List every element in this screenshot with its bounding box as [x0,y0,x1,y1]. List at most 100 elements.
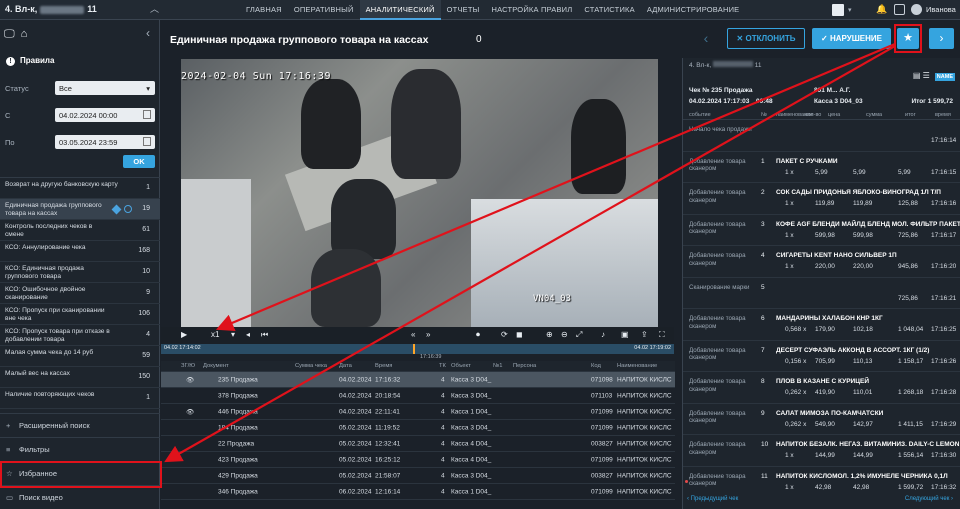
receipt-row[interactable]: Добавление товара сканером 10 НАПИТОК БЕЗА… [683,435,960,467]
document-icon[interactable]: ▤ [913,71,921,80]
advanced-search-item[interactable]: + Расширенный поиск [0,413,160,437]
monitor-icon[interactable]: 🖵 [4,28,15,40]
nav-item-rules-settings[interactable]: НАСТРОЙКА ПРАВИЛ [485,0,578,20]
rule-item[interactable]: КСО: Единичная продажа группового товара… [0,262,160,283]
col-header[interactable]: Дата [339,363,352,369]
receipt-row[interactable]: Сканирование марки 5 725,86 17:16:21 [683,278,960,309]
rule-item[interactable]: КСО: Пропуск товара при отказе в добавле… [0,325,160,346]
rule-item-selected[interactable]: Единичная продажа группового товара на к… [0,199,160,220]
edit-icon[interactable] [111,204,122,215]
ok-button[interactable]: OK [123,155,155,168]
prev-event-button[interactable]: ‹ [695,27,717,49]
table-row[interactable]: 👁 235 Продажа 04.02.2024 17:16:32 4 Касс… [161,372,675,388]
receipt-row[interactable]: Начало чека продажи 17:16:14 [683,120,960,152]
from-date-input[interactable]: 04.02.2024 00:00 [55,108,155,122]
rule-item[interactable]: Возврат на другую банковскую карту 1 [0,178,160,199]
receipt-row[interactable]: Добавление товара сканером 7 ДЕСЕРТ СУФАЭЛ… [683,341,960,372]
col-header[interactable]: ЗГ/Ю [181,363,195,369]
receipt-row[interactable]: Добавление товара сканером 8 ПЛОВ В КАЗАНЕ… [683,372,960,404]
zoom-in-icon[interactable]: ⊕ [546,330,553,339]
col-header[interactable]: Время [375,363,392,369]
sound-icon[interactable]: ♪ [601,330,605,339]
nav-item-reports[interactable]: ОТЧЕТЫ [441,0,486,20]
receipt-row[interactable]: Добавление товара сканером 1 ПАКЕТ С РУЧКА… [683,152,960,183]
collapse-left-icon[interactable]: ‹ [146,26,150,40]
reject-button[interactable]: ✕ ОТКЛОНИТЬ [727,28,805,49]
rule-item[interactable]: КСО: Пропуск при сканировании вне чека 10… [0,304,160,325]
bell-icon[interactable]: 🔔 [876,4,887,15]
col-header[interactable]: Объект [451,363,471,369]
col-header[interactable]: Код [591,363,601,369]
timeline-bar[interactable]: 04.02 17:14:02 04.02 17:19:02 [161,344,674,354]
table-row[interactable]: 184 Продажа 05.02.2024 11:19:52 4 Касса … [161,420,675,436]
stop-icon[interactable]: ◼ [516,330,523,339]
fullscreen-icon[interactable]: ⛶ [659,330,665,340]
video-search-item[interactable]: ▭ Поиск видео [0,485,160,509]
rewind-icon[interactable]: « [411,330,415,339]
nav-item-analytical[interactable]: АНАЛИТИЧЕСКИЙ [359,0,441,20]
nav-item-statistics[interactable]: СТАТИСТИКА [578,0,640,20]
table-row[interactable]: 378 Продажа 04.02.2024 20:18:54 4 Касса … [161,388,675,404]
calendar-icon[interactable] [143,137,151,146]
eye-icon[interactable]: 👁 [186,408,194,416]
col-header[interactable]: ТК [439,363,446,369]
avatar[interactable] [911,4,922,15]
rule-item[interactable]: КСО: Аннулирование чека 168 [0,241,160,262]
rule-item[interactable]: Контроль последних чеков в смене 61 [0,220,160,241]
prev-check-link[interactable]: ‹ Предыдущий чек [687,496,738,502]
filters-item[interactable]: ≡ Фильтры [0,437,160,461]
table-row[interactable]: 423 Продажа 05.02.2024 16:25:12 4 Касса … [161,452,675,468]
col-header[interactable]: Наименование [617,363,657,369]
table-row[interactable]: 22 Продажа 05.02.2024 12:32:41 4 Касса 4… [161,436,675,452]
receipt-row[interactable]: Добавление товара сканером 3 КОФЕ AGF БЛЕН… [683,215,960,246]
gear-icon[interactable] [124,205,132,213]
nav-item-operational[interactable]: ОПЕРАТИВНЫЙ [288,0,360,20]
nav-item-administration[interactable]: АДМИНИСТРИРОВАНИЕ [641,0,746,20]
image-icon[interactable] [894,4,905,15]
calendar-icon[interactable] [143,110,151,119]
rec-icon[interactable]: ⏺ [476,330,480,340]
receipt-row[interactable]: Добавление товара сканером 4 СИГАРЕТЫ KENT… [683,246,960,278]
frame-back-icon[interactable]: ⏮ [261,330,268,340]
dropdown-caret-icon[interactable]: ▾ [848,6,852,14]
volume-icon[interactable]: ◂ [246,330,250,339]
status-select[interactable]: Все ▾ [55,81,155,95]
fit-icon[interactable]: ⤢ [576,330,582,340]
table-row[interactable]: 👁 446 Продажа 04.02.2024 22:11:41 4 Касс… [161,404,675,420]
forward-icon[interactable]: » [426,330,430,339]
receipt-row[interactable]: Добавление товара сканером 9 САЛАТ МИМОЗА … [683,404,960,435]
col-header[interactable]: Персона [513,363,536,369]
zoom-out-icon[interactable]: ⊖ [561,330,568,339]
col-header[interactable]: №1 [493,363,502,369]
next-check-link[interactable]: Следующий чек › [905,496,953,502]
speed-select[interactable]: x1 [211,330,219,339]
chevron-up-icon[interactable]: ︿ [150,2,159,15]
sync-icon[interactable]: ⟳ [501,330,508,339]
app-grid-icon[interactable] [832,4,844,16]
receipt-row[interactable]: Добавление товара сканером 11 НАПИТОК КИСЛ… [683,467,960,493]
receipt-row[interactable]: Добавление товара сканером 6 МАНДАРИНЫ ХАЛ… [683,309,960,341]
nav-item-main[interactable]: ГЛАВНАЯ [240,0,288,20]
video-player[interactable]: 2024-02-04 Sun 17:16:39 VN04_03 [181,59,658,327]
rule-item[interactable]: Малая сумма чека до 14 руб 59 [0,346,160,367]
rule-item[interactable]: КСО: Ошибочное двойное сканирование 9 [0,283,160,304]
play-icon[interactable]: ▶ [181,330,187,339]
timeline-marker[interactable] [413,344,415,354]
violation-button[interactable]: ✓ НАРУШЕНИЕ [812,28,891,49]
store-selector[interactable]: 4. Вл-к, 11 [5,4,97,14]
export-icon[interactable]: ⇪ [641,330,648,339]
to-date-input[interactable]: 03.05.2024 23:59 [55,135,155,149]
screenshot-icon[interactable]: ▣ [621,330,629,339]
table-row[interactable]: 429 Продажа 05.02.2024 21:58:07 4 Касса … [161,468,675,484]
list-icon[interactable]: ☰ [923,71,930,80]
table-row[interactable]: 346 Продажа 06.02.2024 12:16:14 4 Касса … [161,484,675,500]
col-header[interactable]: Сумма чека [295,363,327,369]
name-toggle[interactable]: NAME [934,73,955,81]
store-icon[interactable]: ⌂ [21,28,28,40]
eye-icon[interactable]: 👁 [186,376,194,384]
next-event-button[interactable]: › [929,28,954,49]
rule-item[interactable]: Наличие повторяющих чеков 1 [0,388,160,409]
receipt-row[interactable]: Добавление товара сканером 2 СОК САДЫ ПРИД… [683,183,960,215]
chevron-down-icon[interactable]: ▾ [231,330,235,339]
rule-item[interactable]: Малый вес на кассах 150 [0,367,160,388]
